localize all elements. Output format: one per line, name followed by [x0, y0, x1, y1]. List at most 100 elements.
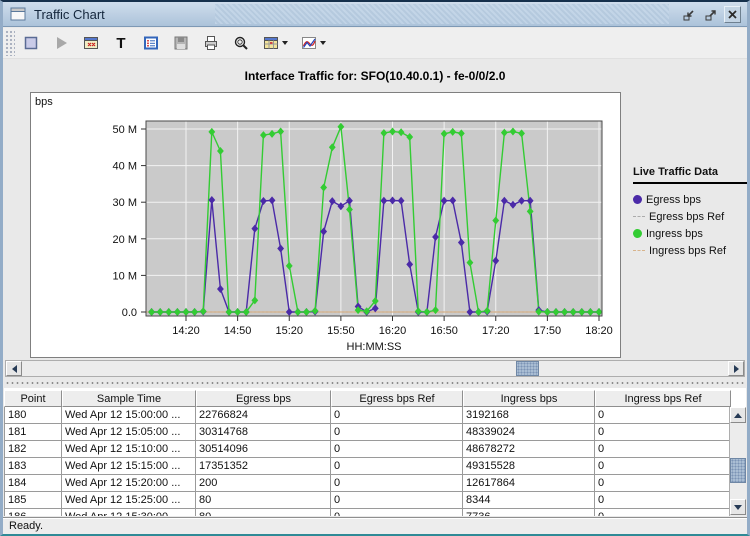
save-icon — [172, 34, 190, 52]
legend-entries: Egress bps Egress bps Ref Ingress bps Ingre… — [633, 191, 747, 259]
table-cell: 48678272 — [463, 441, 595, 458]
table-cell: 200 — [196, 475, 331, 492]
table-cell: Wed Apr 12 15:10:00 ... — [62, 441, 196, 458]
left-arrow-icon — [12, 365, 17, 373]
statusbar: Ready. — [3, 517, 747, 534]
table-cell: 0 — [331, 492, 463, 509]
restore-button[interactable] — [680, 6, 697, 23]
table-cell: 0 — [595, 492, 731, 509]
legend-label: Ingress bps — [646, 228, 703, 240]
pause-chart-button[interactable] — [19, 31, 43, 55]
legend-icon — [142, 34, 160, 52]
table-cell: 12617864 — [463, 475, 595, 492]
header-cell-ingress-bps-ref[interactable]: Ingress bps Ref — [595, 390, 731, 407]
svg-text:0.0: 0.0 — [122, 307, 137, 319]
titlebar-texture — [215, 4, 669, 24]
chart-legend: Live Traffic Data Egress bps Egress bps R… — [633, 166, 747, 259]
play-icon — [52, 34, 70, 52]
vertical-scroll-thumb[interactable] — [730, 458, 746, 483]
header-cell-egress-bps[interactable]: Egress bps — [196, 390, 331, 407]
scroll-up-button[interactable] — [730, 407, 746, 423]
table-cell: Wed Apr 12 15:05:00 ... — [62, 424, 196, 441]
table-cell: 80 — [196, 492, 331, 509]
table-row[interactable]: 186Wed Apr 12 15:30:00 ...80077360 — [4, 509, 746, 516]
svg-text:16:50: 16:50 — [430, 325, 458, 337]
header-cell-point[interactable]: Point — [4, 390, 62, 407]
table-row[interactable]: 182Wed Apr 12 15:10:00 ...30514096048678… — [4, 441, 746, 458]
toggle-title-button[interactable]: T — [109, 31, 133, 55]
title-text-icon: T — [112, 34, 130, 52]
splitter-handle[interactable] — [5, 379, 745, 387]
chart-view-button[interactable] — [297, 31, 329, 55]
table-row[interactable]: 185Wed Apr 12 15:25:00 ...80083440 — [4, 492, 746, 509]
data-table: PointSample TimeEgress bpsEgress bps Ref… — [4, 388, 746, 516]
table-cell: 48339024 — [463, 424, 595, 441]
close-icon — [726, 8, 739, 21]
table-cell: 185 — [4, 492, 62, 509]
table-row[interactable]: 180Wed Apr 12 15:00:00 ...22766824031921… — [4, 407, 746, 424]
titlebar[interactable]: Traffic Chart — [3, 2, 747, 27]
legend-entry: Ingress bps — [633, 225, 747, 242]
table-cell: 30314768 — [196, 424, 331, 441]
series-dot-icon — [633, 229, 642, 238]
horizontal-scroll-thumb[interactable] — [516, 361, 539, 376]
toolbar-grip[interactable] — [5, 30, 15, 56]
table-cell: 0 — [331, 458, 463, 475]
table-body: 180Wed Apr 12 15:00:00 ...22766824031921… — [4, 407, 746, 516]
series-dash-icon — [633, 250, 645, 251]
header-cell-egress-bps-ref[interactable]: Egress bps Ref — [331, 390, 463, 407]
table-cell: 0 — [595, 475, 731, 492]
scroll-down-button[interactable] — [730, 499, 746, 515]
print-button[interactable] — [199, 31, 223, 55]
table-cell: 182 — [4, 441, 62, 458]
header-cell-ingress-bps[interactable]: Ingress bps — [463, 390, 595, 407]
chart-properties-button[interactable] — [79, 31, 103, 55]
table-cell: 0 — [331, 424, 463, 441]
legend-entry: Egress bps — [633, 191, 747, 208]
close-button[interactable] — [724, 6, 741, 23]
table-row[interactable]: 183Wed Apr 12 15:15:00 ...17351352049315… — [4, 458, 746, 475]
maximize-button[interactable] — [702, 6, 719, 23]
table-cell: 0 — [331, 475, 463, 492]
maximize-icon — [703, 7, 718, 22]
svg-text:14:20: 14:20 — [172, 325, 200, 337]
table-cell: 0 — [595, 424, 731, 441]
svg-text:20 M: 20 M — [113, 234, 137, 246]
table-row[interactable]: 181Wed Apr 12 15:05:00 ...30314768048339… — [4, 424, 746, 441]
svg-text:17:20: 17:20 — [482, 325, 510, 337]
table-cell: 0 — [331, 441, 463, 458]
svg-text:15:20: 15:20 — [275, 325, 303, 337]
header-cell-sample-time[interactable]: Sample Time — [62, 390, 196, 407]
table-cell: 0 — [595, 458, 731, 475]
table-cell: 7736 — [463, 509, 595, 516]
chart-panel: bps 0.010 M20 M30 M40 M50 M14:2014:5015:… — [30, 92, 621, 358]
window-title: Traffic Chart — [34, 7, 105, 22]
table-cell: Wed Apr 12 15:15:00 ... — [62, 458, 196, 475]
down-arrow-icon — [734, 505, 742, 510]
table-cell: 0 — [331, 509, 463, 516]
save-button[interactable] — [169, 31, 193, 55]
svg-text:30 M: 30 M — [113, 197, 137, 209]
legend-label: Egress bps Ref — [649, 211, 724, 223]
svg-text:16:20: 16:20 — [379, 325, 407, 337]
scroll-left-button[interactable] — [6, 361, 22, 376]
table-view-button[interactable] — [259, 31, 291, 55]
table-cell: 80 — [196, 509, 331, 516]
print-icon — [202, 34, 220, 52]
table-cell: Wed Apr 12 15:20:00 ... — [62, 475, 196, 492]
scroll-right-button[interactable] — [728, 361, 744, 376]
resume-chart-button[interactable] — [49, 31, 73, 55]
traffic-chart-svg: 0.010 M20 M30 M40 M50 M14:2014:5015:2015… — [31, 93, 620, 357]
table-vertical-scrollbar[interactable] — [729, 407, 746, 516]
chart-horizontal-scrollbar[interactable] — [5, 360, 745, 377]
table-cell: 186 — [4, 509, 62, 516]
legend-label: Ingress bps Ref — [649, 245, 726, 257]
table-cell: 3192168 — [463, 407, 595, 424]
zoom-button[interactable] — [229, 31, 253, 55]
series-dash-icon — [633, 216, 645, 217]
toggle-legend-button[interactable] — [139, 31, 163, 55]
toolbar: T — [3, 28, 747, 59]
table-row[interactable]: 184Wed Apr 12 15:20:00 ...2000126178640 — [4, 475, 746, 492]
svg-text:15:50: 15:50 — [327, 325, 355, 337]
legend-title: Live Traffic Data — [633, 166, 747, 184]
